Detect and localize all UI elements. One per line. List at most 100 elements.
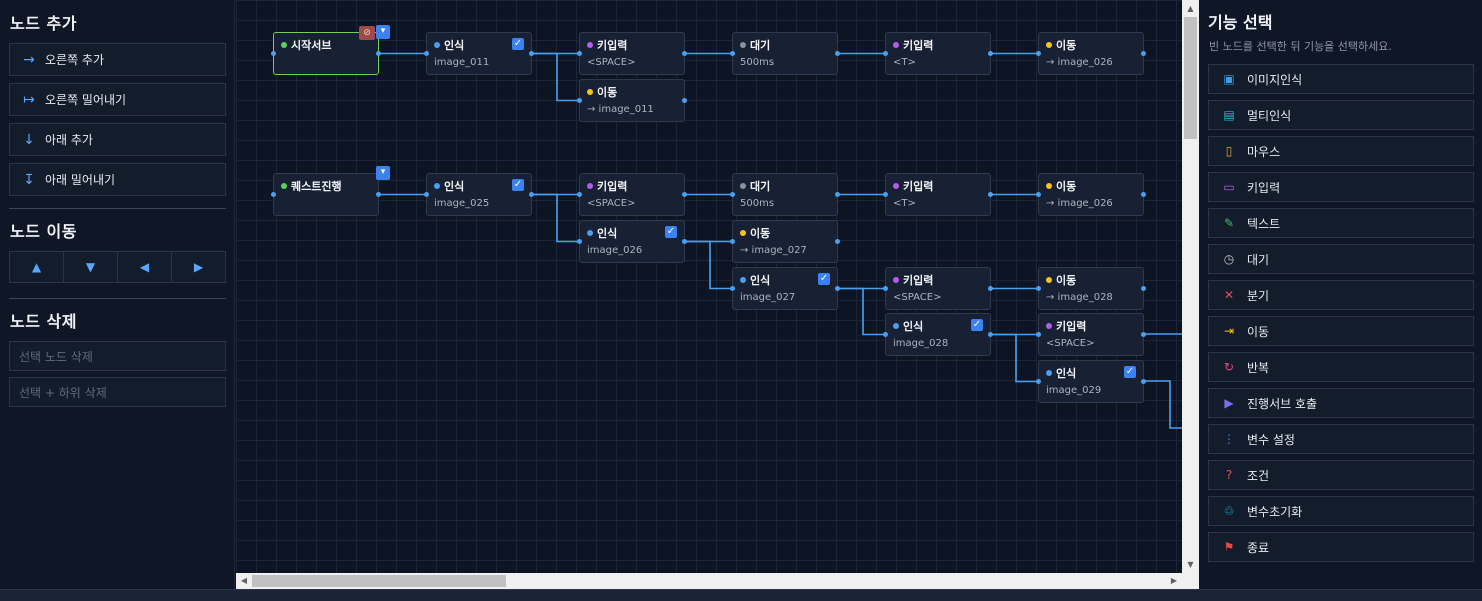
node-enabled-checkbox[interactable]: ✓ bbox=[1124, 366, 1136, 378]
move-right-button[interactable]: ▶ bbox=[172, 252, 225, 282]
flow-node[interactable]: 키입력 <T> bbox=[883, 173, 993, 216]
function-variable-button[interactable]: ⋮ 변수 설정 bbox=[1208, 424, 1474, 454]
flow-node[interactable]: 이동 → image_027 bbox=[730, 220, 840, 263]
node-output-port[interactable] bbox=[835, 239, 840, 244]
node-input-port[interactable] bbox=[577, 98, 582, 103]
function-text-button[interactable]: ✎ 텍스트 bbox=[1208, 208, 1474, 238]
node-output-port[interactable] bbox=[1141, 51, 1146, 56]
function-goto-button[interactable]: ⇥ 이동 bbox=[1208, 316, 1474, 346]
push-right-button[interactable]: ↦ 오른쪽 밀어내기 bbox=[9, 83, 226, 116]
flow-node[interactable]: 인식 image_029 ✓ bbox=[1036, 360, 1146, 403]
node-enabled-checkbox[interactable]: ✓ bbox=[971, 319, 983, 331]
node-output-port[interactable] bbox=[682, 239, 687, 244]
function-end-flag-button[interactable]: ⚑ 종료 bbox=[1208, 532, 1474, 562]
flow-node[interactable]: 인식 image_027 ✓ bbox=[730, 267, 840, 310]
node-input-port[interactable] bbox=[424, 192, 429, 197]
node-input-port[interactable] bbox=[271, 51, 276, 56]
flow-node[interactable]: 인식 image_025 ✓ bbox=[424, 173, 534, 216]
function-condition-button[interactable]: ? 조건 bbox=[1208, 460, 1474, 490]
node-output-port[interactable] bbox=[1141, 286, 1146, 291]
node-output-port[interactable] bbox=[835, 192, 840, 197]
flow-node[interactable]: 이동 → image_026 bbox=[1036, 32, 1146, 75]
flow-node[interactable]: 인식 image_011 ✓ bbox=[424, 32, 534, 75]
add-right-button[interactable]: → 오른쪽 추가 bbox=[9, 43, 226, 76]
node-output-port[interactable] bbox=[835, 286, 840, 291]
flow-node[interactable]: 키입력 <SPACE> bbox=[577, 173, 687, 216]
node-input-port[interactable] bbox=[1036, 379, 1041, 384]
function-mouse-button[interactable]: ▯ 마우스 bbox=[1208, 136, 1474, 166]
function-keyboard-button[interactable]: ▭ 키입력 bbox=[1208, 172, 1474, 202]
node-input-port[interactable] bbox=[1036, 332, 1041, 337]
move-up-button[interactable]: ▲ bbox=[10, 252, 64, 282]
scroll-up-icon[interactable]: ▲ bbox=[1182, 0, 1199, 17]
function-branch-button[interactable]: ✕ 분기 bbox=[1208, 280, 1474, 310]
node-canvas[interactable]: 시작서브 인식 image_011 ✓ 키입력 <SPACE> 대기 500ms 키입력 <T> 이… bbox=[236, 0, 1182, 573]
node-enabled-checkbox[interactable]: ✓ bbox=[512, 179, 524, 191]
function-timer-button[interactable]: ◷ 대기 bbox=[1208, 244, 1474, 274]
function-call-sub-button[interactable]: ▶ 진행서브 호출 bbox=[1208, 388, 1474, 418]
node-input-port[interactable] bbox=[730, 192, 735, 197]
node-input-port[interactable] bbox=[271, 192, 276, 197]
node-output-port[interactable] bbox=[988, 192, 993, 197]
flow-node[interactable]: 키입력 <SPACE> bbox=[883, 267, 993, 310]
node-output-port[interactable] bbox=[988, 286, 993, 291]
node-enabled-checkbox[interactable]: ✓ bbox=[512, 38, 524, 50]
node-input-port[interactable] bbox=[883, 51, 888, 56]
scroll-left-icon[interactable]: ◀ bbox=[236, 573, 252, 589]
node-input-port[interactable] bbox=[577, 192, 582, 197]
move-down-button[interactable]: ▼ bbox=[64, 252, 118, 282]
horizontal-scroll-thumb[interactable] bbox=[252, 575, 506, 587]
node-output-port[interactable] bbox=[1141, 192, 1146, 197]
flow-node[interactable]: 대기 500ms bbox=[730, 32, 840, 75]
node-input-port[interactable] bbox=[1036, 286, 1041, 291]
node-output-port[interactable] bbox=[529, 192, 534, 197]
node-output-port[interactable] bbox=[835, 51, 840, 56]
node-enabled-checkbox[interactable]: ✓ bbox=[665, 226, 677, 238]
breakpoint-icon[interactable]: ⊘ bbox=[359, 26, 375, 40]
function-multi-recognition-button[interactable]: ▤ 멀티인식 bbox=[1208, 100, 1474, 130]
delete-selected-button[interactable]: 선택 노드 삭제 bbox=[9, 341, 226, 371]
node-input-port[interactable] bbox=[730, 286, 735, 291]
node-output-port[interactable] bbox=[529, 51, 534, 56]
node-output-port[interactable] bbox=[376, 192, 381, 197]
add-down-button[interactable]: ↓ 아래 추가 bbox=[9, 123, 226, 156]
node-input-port[interactable] bbox=[1036, 192, 1041, 197]
push-down-button[interactable]: ↧ 아래 밀어내기 bbox=[9, 163, 226, 196]
node-output-port[interactable] bbox=[376, 51, 381, 56]
move-left-button[interactable]: ◀ bbox=[118, 252, 172, 282]
node-output-port[interactable] bbox=[1141, 332, 1146, 337]
node-output-port[interactable] bbox=[988, 51, 993, 56]
node-input-port[interactable] bbox=[424, 51, 429, 56]
delete-selected-and-children-button[interactable]: 선택 + 하위 삭제 bbox=[9, 377, 226, 407]
node-input-port[interactable] bbox=[730, 51, 735, 56]
flow-node[interactable]: 키입력 <SPACE> bbox=[577, 32, 687, 75]
function-reset-variable-button[interactable]: ♲ 변수초기화 bbox=[1208, 496, 1474, 526]
scroll-right-icon[interactable]: ▶ bbox=[1166, 573, 1182, 589]
node-enabled-checkbox[interactable]: ✓ bbox=[818, 273, 830, 285]
node-output-port[interactable] bbox=[1141, 379, 1146, 384]
collapse-toggle-icon[interactable]: ▾ bbox=[376, 166, 390, 180]
flow-node[interactable]: 이동 → image_011 bbox=[577, 79, 687, 122]
flow-node[interactable]: 퀘스트진행 bbox=[271, 173, 381, 216]
node-input-port[interactable] bbox=[883, 192, 888, 197]
vertical-scrollbar[interactable]: ▲ ▼ bbox=[1182, 0, 1199, 573]
vertical-scroll-thumb[interactable] bbox=[1184, 17, 1197, 139]
node-input-port[interactable] bbox=[577, 51, 582, 56]
node-output-port[interactable] bbox=[682, 192, 687, 197]
flow-node[interactable]: 키입력 <SPACE> bbox=[1036, 313, 1146, 356]
flow-node[interactable]: 이동 → image_028 bbox=[1036, 267, 1146, 310]
node-input-port[interactable] bbox=[1036, 51, 1041, 56]
collapse-toggle-icon[interactable]: ▾ bbox=[376, 25, 390, 39]
node-input-port[interactable] bbox=[883, 286, 888, 291]
node-input-port[interactable] bbox=[883, 332, 888, 337]
flow-node[interactable]: 인식 image_028 ✓ bbox=[883, 313, 993, 356]
function-image-recognition-button[interactable]: ▣ 이미지인식 bbox=[1208, 64, 1474, 94]
node-input-port[interactable] bbox=[730, 239, 735, 244]
flow-node[interactable]: 키입력 <T> bbox=[883, 32, 993, 75]
node-input-port[interactable] bbox=[577, 239, 582, 244]
scroll-down-icon[interactable]: ▼ bbox=[1182, 556, 1199, 573]
flow-node[interactable]: 이동 → image_026 bbox=[1036, 173, 1146, 216]
node-output-port[interactable] bbox=[682, 98, 687, 103]
horizontal-scrollbar[interactable]: ◀ ▶ bbox=[236, 573, 1182, 589]
function-loop-button[interactable]: ↻ 반복 bbox=[1208, 352, 1474, 382]
